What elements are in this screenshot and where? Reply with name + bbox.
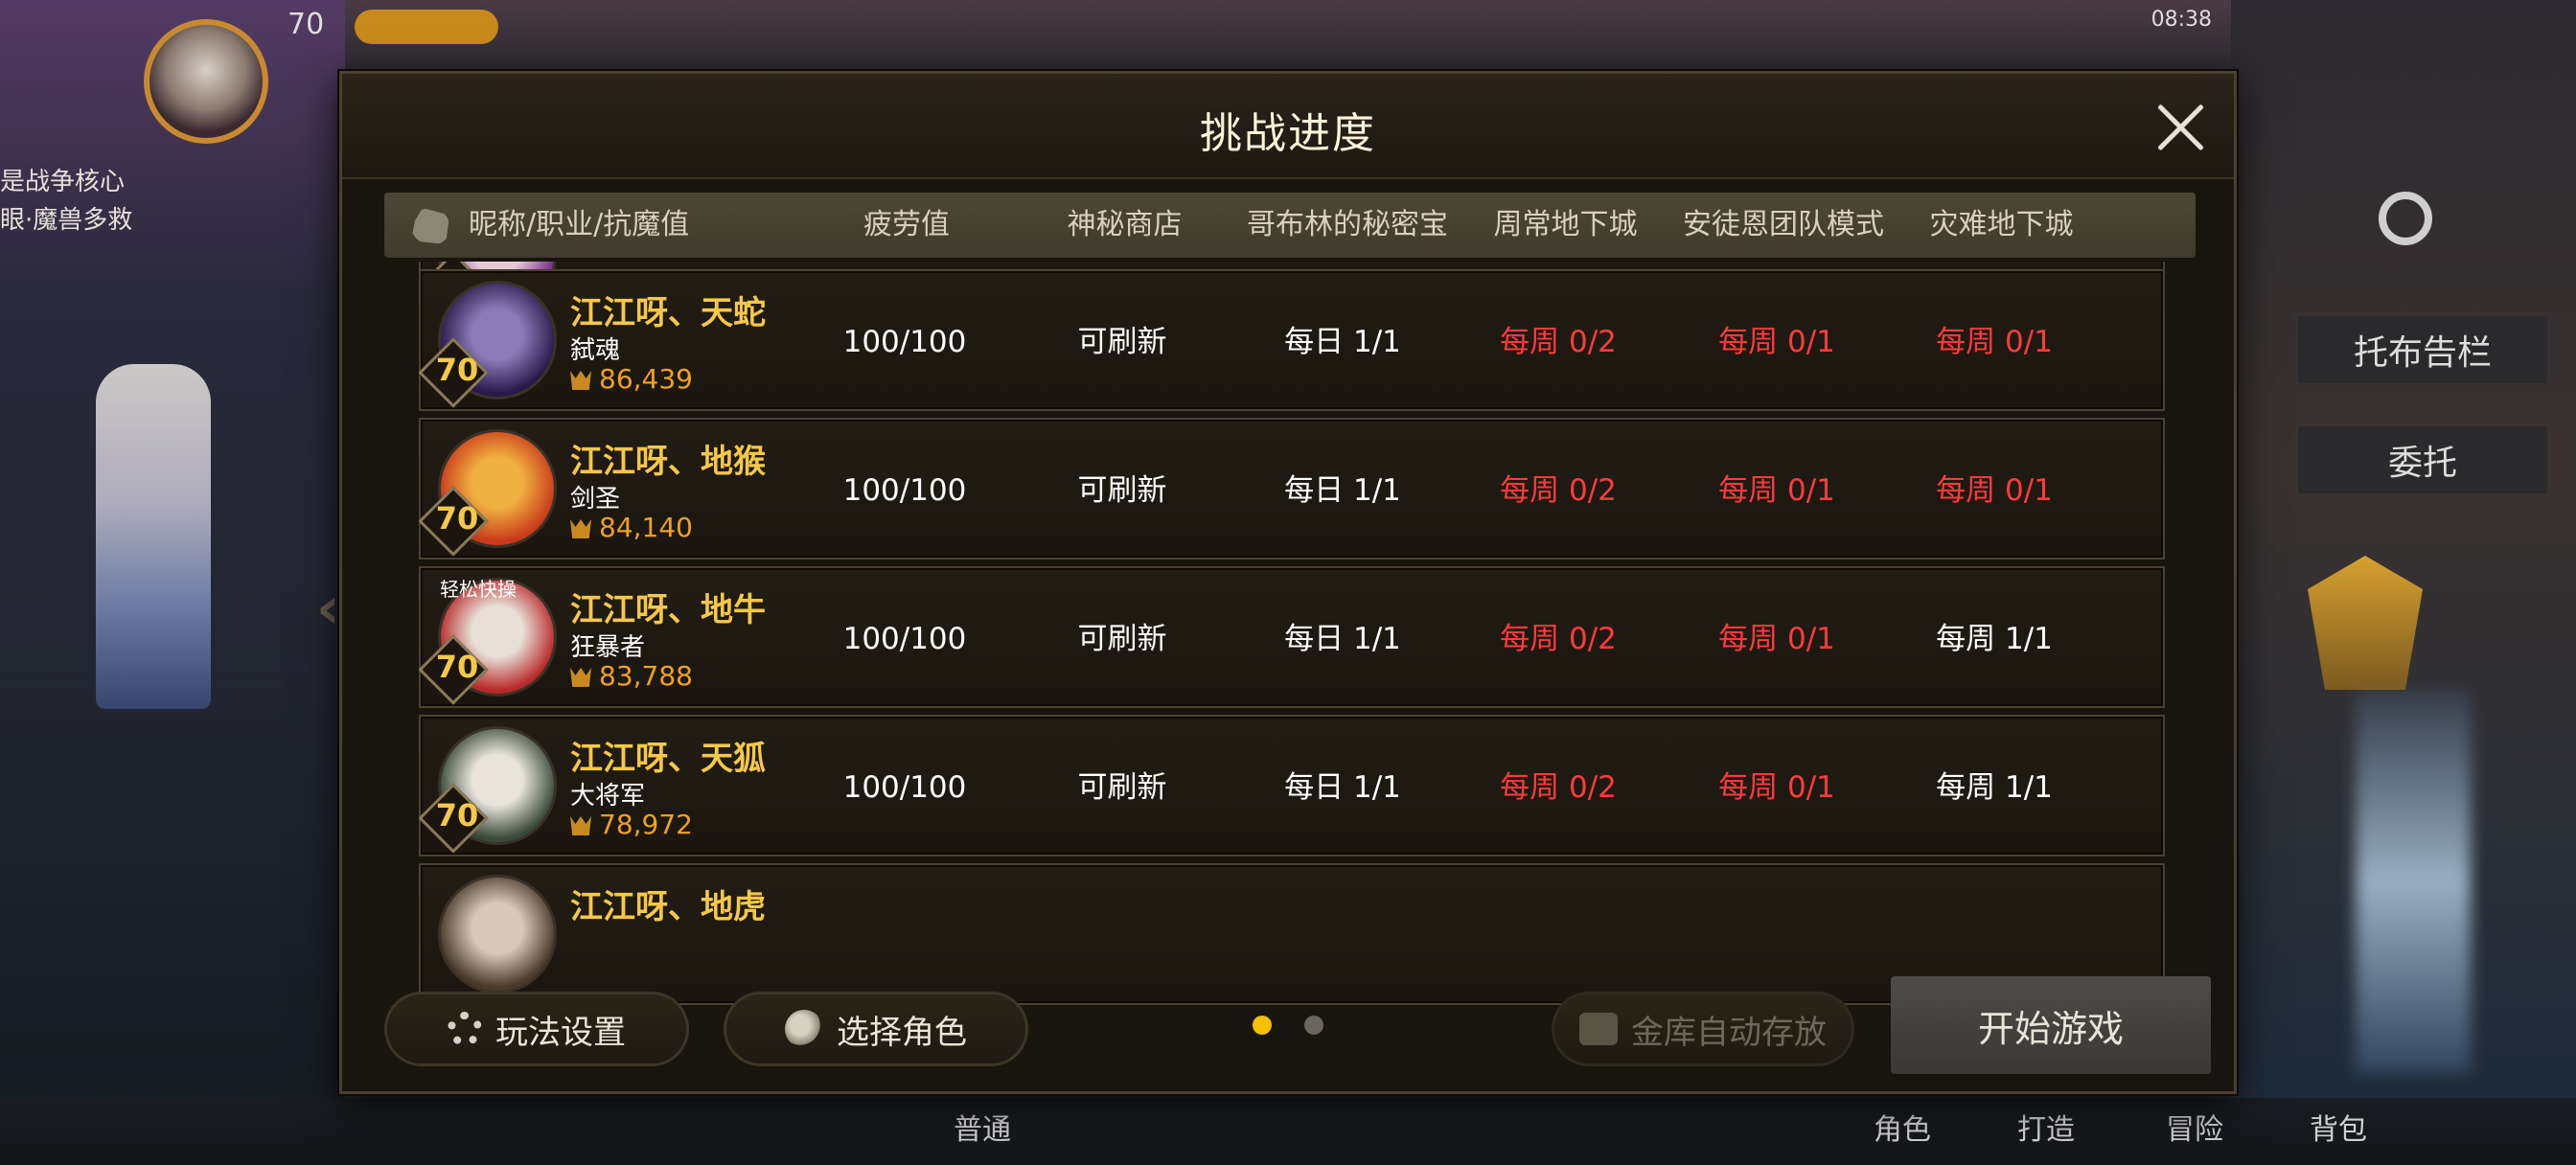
column-header-disaster-dungeon: 灾难地下城: [1929, 208, 2074, 241]
character-portrait: [438, 875, 557, 994]
resistance-icon: [570, 519, 591, 538]
vault-auto-store-label: 金库自动存放: [1631, 1013, 1827, 1052]
vault-icon: [1579, 1013, 1618, 1045]
character-name: 江江呀、地虎: [570, 888, 766, 926]
character-tag: 轻松快操: [440, 578, 517, 601]
nav-normal[interactable]: 普通: [954, 1106, 1011, 1148]
column-header-fatigue: 疲劳值: [863, 208, 950, 241]
progress-cell: 每周 0/1: [1718, 325, 1835, 359]
character-row[interactable]: 轻松快操 70 江江呀、地牛狂暴者 83,788 100/100 可刷新 每日 1/1 每周 …: [419, 566, 2165, 708]
commission-label[interactable]: 委托: [2298, 426, 2547, 493]
progress-cell: 每周 0/1: [1936, 325, 2053, 359]
progress-cell: 每周 0/1: [1718, 770, 1835, 805]
modal-header: 挑战进度: [342, 74, 2234, 179]
progress-cell: 每周 0/1: [1936, 473, 2053, 508]
progress-cell: 可刷新: [1077, 622, 1167, 656]
character-job: 弑魂: [570, 336, 621, 365]
currency-pill[interactable]: [355, 10, 498, 44]
player-level: 70: [288, 8, 325, 41]
character-level: 70: [435, 797, 479, 834]
nav-craft[interactable]: 打造: [2017, 1106, 2075, 1148]
table-header: 昵称/职业/抗魔值 疲劳值 神秘商店 哥布林的秘密宝库 周常地下城 安徒恩团队模…: [384, 193, 2196, 307]
character-name: 江江呀、天蛇: [570, 294, 766, 332]
progress-cell: 每日 1/1: [1284, 473, 1401, 508]
town-chat-text: 是战争核心 眼·魔兽多救: [0, 163, 132, 240]
character-row[interactable]: 70 江江呀、天蛇弑魂 86,439 100/100 可刷新 每日 1/1 每周 0/2 每周…: [419, 269, 2165, 411]
modal-title: 挑战进度: [1200, 109, 1376, 158]
nav-character[interactable]: 角色: [1874, 1106, 1931, 1148]
progress-cell: 每周 0/2: [1500, 622, 1617, 656]
character-name: 江江呀、地牛: [570, 591, 766, 629]
background-top-scene: [345, 0, 2231, 77]
column-header-weekly-dungeon: 周常地下城: [1493, 208, 1638, 241]
vault-auto-store-button[interactable]: 金库自动存放: [1552, 992, 1854, 1066]
resistance-icon: [570, 816, 591, 835]
character-row[interactable]: 70 江江呀、天狐大将军 78,972 100/100 可刷新 每日 1/1 每周 0/2 每…: [419, 715, 2165, 857]
resistance-icon: [570, 371, 591, 390]
start-game-button[interactable]: 开始游戏: [1891, 976, 2211, 1074]
gameplay-settings-button[interactable]: 玩法设置: [384, 992, 689, 1066]
progress-cell: 每日 1/1: [1284, 770, 1401, 805]
challenge-progress-modal: 挑战进度 昵称/职业/抗魔值 疲劳值 神秘商店 哥布林的秘密宝库 周常地下城 安…: [339, 71, 2237, 1094]
character-row[interactable]: 70 江江呀、地猴剑圣 84,140 100/100 可刷新 每日 1/1 每周 0/2 每周…: [419, 418, 2165, 560]
column-header-anton-raid: 安徒恩团队模式: [1683, 208, 1884, 241]
character-level: 70: [435, 649, 479, 685]
progress-cell: 可刷新: [1077, 473, 1167, 508]
progress-cell: 每周 1/1: [1936, 770, 2053, 805]
progress-cell: 每日 1/1: [1284, 325, 1401, 359]
character-select-icon: [785, 1010, 823, 1048]
player-avatar[interactable]: [144, 19, 268, 144]
character-job: 大将军: [570, 782, 646, 811]
town-chat-line: 是战争核心: [0, 168, 126, 196]
progress-cell: 每周 0/2: [1500, 770, 1617, 805]
town-chat-line: 眼·魔兽多救: [0, 206, 133, 235]
status-time: 08:38: [2150, 8, 2212, 32]
select-character-label: 选择角色: [837, 1013, 967, 1052]
progress-cell: 可刷新: [1077, 770, 1167, 805]
character-level: 70: [435, 500, 479, 537]
progress-cell: 每周 0/1: [1718, 622, 1835, 656]
character-job: 剑圣: [570, 485, 621, 514]
progress-cell: 可刷新: [1077, 325, 1167, 359]
character-resistance: 84,140: [599, 512, 693, 543]
page-dot[interactable]: [1304, 1016, 1323, 1035]
character-job: 狂暴者: [570, 633, 646, 662]
character-resistance: 83,788: [599, 660, 693, 692]
progress-cell: 每周 0/2: [1500, 325, 1617, 359]
column-header-mystery-shop: 神秘商店: [1067, 208, 1183, 241]
character-name: 江江呀、地猴: [570, 443, 766, 481]
progress-cell: 100/100: [842, 473, 967, 508]
page-dot-active[interactable]: [1253, 1016, 1272, 1035]
character-list[interactable]: 7086,91170江江呀、天蛇弑魂86,439100/100可刷新每日 1/1…: [419, 262, 2165, 1026]
nav-bag[interactable]: 背包: [2310, 1106, 2367, 1148]
progress-cell: 100/100: [842, 770, 967, 805]
character-name: 江江呀、天狐: [570, 740, 766, 778]
light-glow-effect: [2356, 690, 2471, 1073]
progress-cell: 100/100: [842, 325, 967, 359]
gear-icon: [448, 1012, 482, 1046]
column-header-name: 昵称/职业/抗魔值: [469, 208, 690, 241]
progress-cell: 每周 1/1: [1936, 622, 2053, 656]
nav-adventure[interactable]: 冒险: [2166, 1106, 2223, 1148]
character-head-icon: [411, 208, 449, 244]
select-character-button[interactable]: 选择角色: [724, 992, 1028, 1066]
progress-cell: 每周 0/1: [1718, 473, 1835, 508]
character-resistance: 78,972: [599, 809, 693, 840]
character-resistance: 86,439: [599, 363, 693, 395]
settings-gear-icon[interactable]: [2379, 192, 2432, 245]
close-icon[interactable]: [2151, 99, 2209, 156]
column-header-goblin-vault: 哥布林的秘密宝库: [1247, 208, 1448, 307]
character-level: 70: [435, 352, 479, 388]
gameplay-settings-label: 玩法设置: [495, 1013, 626, 1052]
progress-cell: 100/100: [842, 622, 967, 656]
progress-cell: 每日 1/1: [1284, 622, 1401, 656]
prev-page-arrow-icon[interactable]: ‹: [316, 575, 340, 642]
progress-cell: 每周 0/2: [1500, 473, 1617, 508]
quest-board-label[interactable]: 托布告栏: [2298, 316, 2547, 383]
town-character-figure: [96, 364, 211, 709]
resistance-icon: [570, 668, 591, 687]
